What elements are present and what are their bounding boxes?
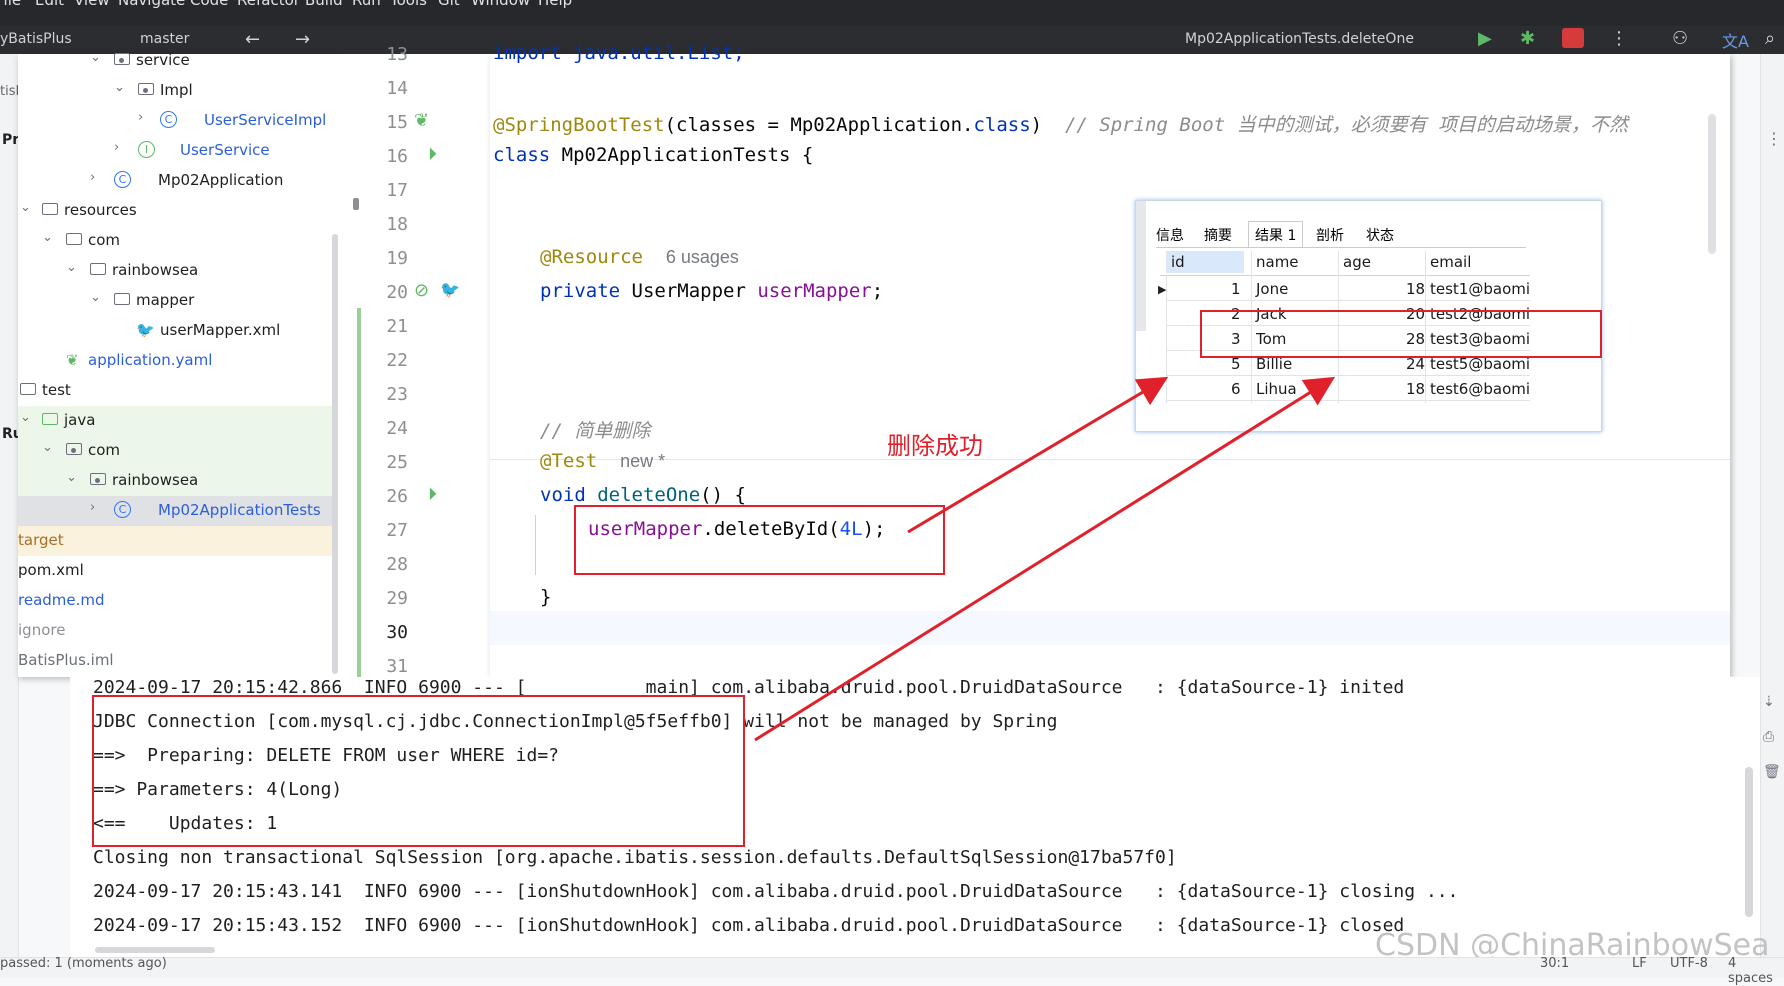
indent-setting[interactable]: 4 spaces xyxy=(1728,956,1784,986)
arrow-from-sql-log xyxy=(754,376,1336,742)
annotation-arrows xyxy=(754,376,1336,742)
test-status[interactable]: passed: 1 (moments ago) xyxy=(0,956,167,971)
line-separator[interactable]: LF xyxy=(1632,956,1647,971)
file-encoding[interactable]: UTF-8 xyxy=(1670,956,1708,971)
status-bar: passed: 1 (moments ago) 30:1 LF UTF-8 4 … xyxy=(0,956,1784,986)
caret-position[interactable]: 30:1 xyxy=(1540,956,1569,971)
